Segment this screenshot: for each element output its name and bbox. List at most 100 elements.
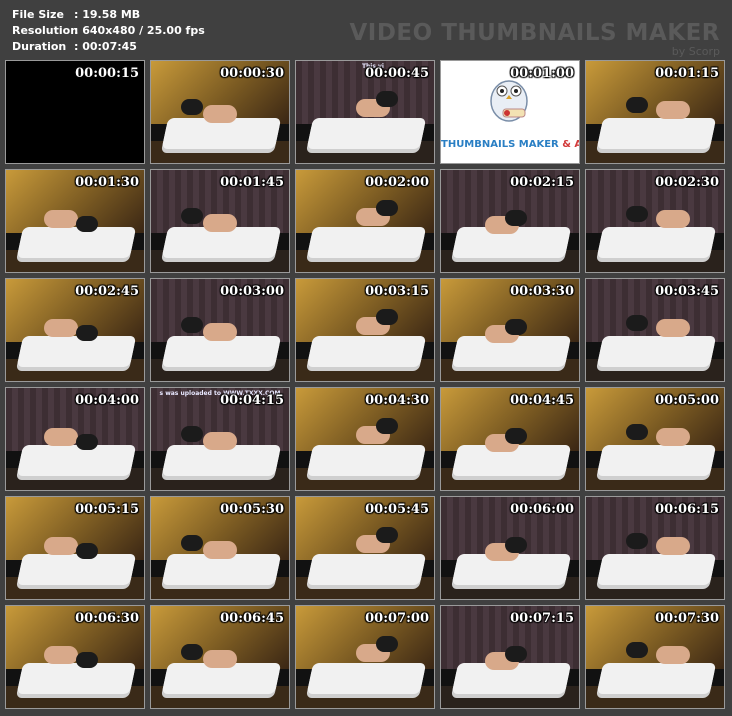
thumbnail[interactable]: 00:04:30 — [295, 387, 435, 491]
brand-title: VIDEO THUMBNAILS MAKER — [349, 20, 720, 46]
thumbnail[interactable]: 00:06:45 — [150, 605, 290, 709]
scene-figure — [505, 428, 527, 444]
thumbnail[interactable]: 00:05:45 — [295, 496, 435, 600]
thumbnail[interactable]: 00:02:45 — [5, 278, 145, 382]
thumbnail[interactable]: 00:07:30 — [585, 605, 725, 709]
thumbnail[interactable]: 00:05:00 — [585, 387, 725, 491]
thumbnail-timestamp: 00:01:45 — [220, 175, 284, 190]
thumbnail-timestamp: 00:02:00 — [365, 175, 429, 190]
thumbnail-timestamp: 00:07:30 — [655, 611, 719, 626]
scene-figure — [656, 646, 690, 664]
thumbnail[interactable]: 00:03:00 — [150, 278, 290, 382]
scene-figure — [656, 537, 690, 555]
thumbnail[interactable]: 00:05:30 — [150, 496, 290, 600]
scene-bed — [306, 445, 427, 476]
logo-text-main: THUMBNAILS MAKER — [441, 139, 559, 150]
file-info: File Size: 19.58 MB Resolution: 640x480 … — [12, 7, 205, 55]
scene-figure — [505, 646, 527, 662]
scene-figure — [626, 206, 648, 222]
thumbnail[interactable]: 00:00:15 — [5, 60, 145, 164]
thumbnail[interactable]: 00:02:30 — [585, 169, 725, 273]
scene-bed — [16, 445, 137, 476]
thumbnail-timestamp: 00:05:30 — [220, 502, 284, 517]
thumbnail-timestamp: 00:02:45 — [75, 284, 139, 299]
thumbnail-timestamp: 00:03:45 — [655, 284, 719, 299]
thumbnail-timestamp: 00:00:45 — [365, 66, 429, 81]
thumbnail[interactable]: THUMBNAILS MAKER & AN 00:01:00 — [440, 60, 580, 164]
thumbnail[interactable]: 00:05:15 — [5, 496, 145, 600]
scene-figure — [44, 537, 78, 555]
scene-figure — [656, 101, 690, 119]
scene-figure — [203, 432, 237, 450]
thumbnail[interactable]: 00:01:15 — [585, 60, 725, 164]
thumbnail[interactable]: 00:03:45 — [585, 278, 725, 382]
thumbnail[interactable]: 00:04:45 — [440, 387, 580, 491]
scene-bed — [596, 663, 717, 694]
thumbnail-timestamp: 00:05:15 — [75, 502, 139, 517]
thumbnail-timestamp: 00:01:15 — [655, 66, 719, 81]
thumbnail[interactable]: 00:02:00 — [295, 169, 435, 273]
info-value: : 00:07:45 — [74, 40, 137, 53]
scene-figure — [626, 424, 648, 440]
thumbnail[interactable]: 00:06:00 — [440, 496, 580, 600]
thumbnail-timestamp: 00:07:00 — [365, 611, 429, 626]
scene-figure — [76, 652, 98, 668]
scene-figure — [376, 200, 398, 216]
thumbnail-timestamp: 00:01:30 — [75, 175, 139, 190]
scene-bed — [596, 554, 717, 585]
thumbnail[interactable]: 00:06:30 — [5, 605, 145, 709]
logo-text-amp: & AN — [562, 139, 579, 150]
scene-figure — [181, 535, 203, 551]
scene-figure — [203, 541, 237, 559]
thumbnail-timestamp: 00:03:30 — [510, 284, 574, 299]
thumbnail[interactable]: This vi 00:00:45 — [295, 60, 435, 164]
scene-figure — [376, 91, 398, 107]
scene-figure — [376, 527, 398, 543]
scene-figure — [181, 426, 203, 442]
scene-figure — [181, 644, 203, 660]
scene-figure — [626, 315, 648, 331]
thumbnail[interactable]: 00:06:15 — [585, 496, 725, 600]
info-label: Duration — [12, 40, 67, 53]
scene-bed — [16, 554, 137, 585]
thumbnail[interactable]: 00:01:30 — [5, 169, 145, 273]
thumbnail-timestamp: 00:02:15 — [510, 175, 574, 190]
thumbnail-timestamp: 00:06:30 — [75, 611, 139, 626]
scene-bed — [306, 227, 427, 258]
scene-bed — [596, 118, 717, 149]
scene-figure — [44, 646, 78, 664]
scene-bed — [306, 118, 427, 149]
scene-figure — [181, 208, 203, 224]
thumbnail-timestamp: 00:04:00 — [75, 393, 139, 408]
scene-bed — [16, 336, 137, 367]
scene-figure — [376, 636, 398, 652]
scene-figure — [505, 319, 527, 335]
thumbnail[interactable]: s was uploaded to WWW.TXXX.COM 00:04:15 — [150, 387, 290, 491]
scene-figure — [203, 650, 237, 668]
thumbnail[interactable]: 00:07:15 — [440, 605, 580, 709]
thumbnail[interactable]: 00:07:00 — [295, 605, 435, 709]
thumbnail[interactable]: 00:02:15 — [440, 169, 580, 273]
scene-figure — [656, 319, 690, 337]
scene-figure — [44, 428, 78, 446]
thumbnail[interactable]: 00:00:30 — [150, 60, 290, 164]
scene-bed — [596, 227, 717, 258]
scene-figure — [505, 210, 527, 226]
thumbnail[interactable]: 00:04:00 — [5, 387, 145, 491]
thumbnail[interactable]: 00:03:15 — [295, 278, 435, 382]
scene-figure — [505, 537, 527, 553]
scene-figure — [626, 97, 648, 113]
scene-figure — [203, 105, 237, 123]
info-value: : 640x480 / 25.00 fps — [74, 24, 205, 37]
logo-text: THUMBNAILS MAKER & AN — [441, 139, 579, 150]
scene-figure — [203, 214, 237, 232]
thumbnail-timestamp: 00:00:15 — [75, 66, 139, 81]
info-label: File Size — [12, 8, 64, 21]
thumbnail[interactable]: 00:01:45 — [150, 169, 290, 273]
thumbnail[interactable]: 00:03:30 — [440, 278, 580, 382]
info-row-file-size: File Size: 19.58 MB — [12, 7, 205, 23]
thumbnail-timestamp: 00:02:30 — [655, 175, 719, 190]
scene-figure — [76, 325, 98, 341]
scene-bed — [16, 663, 137, 694]
thumbnail-timestamp: 00:07:15 — [510, 611, 574, 626]
